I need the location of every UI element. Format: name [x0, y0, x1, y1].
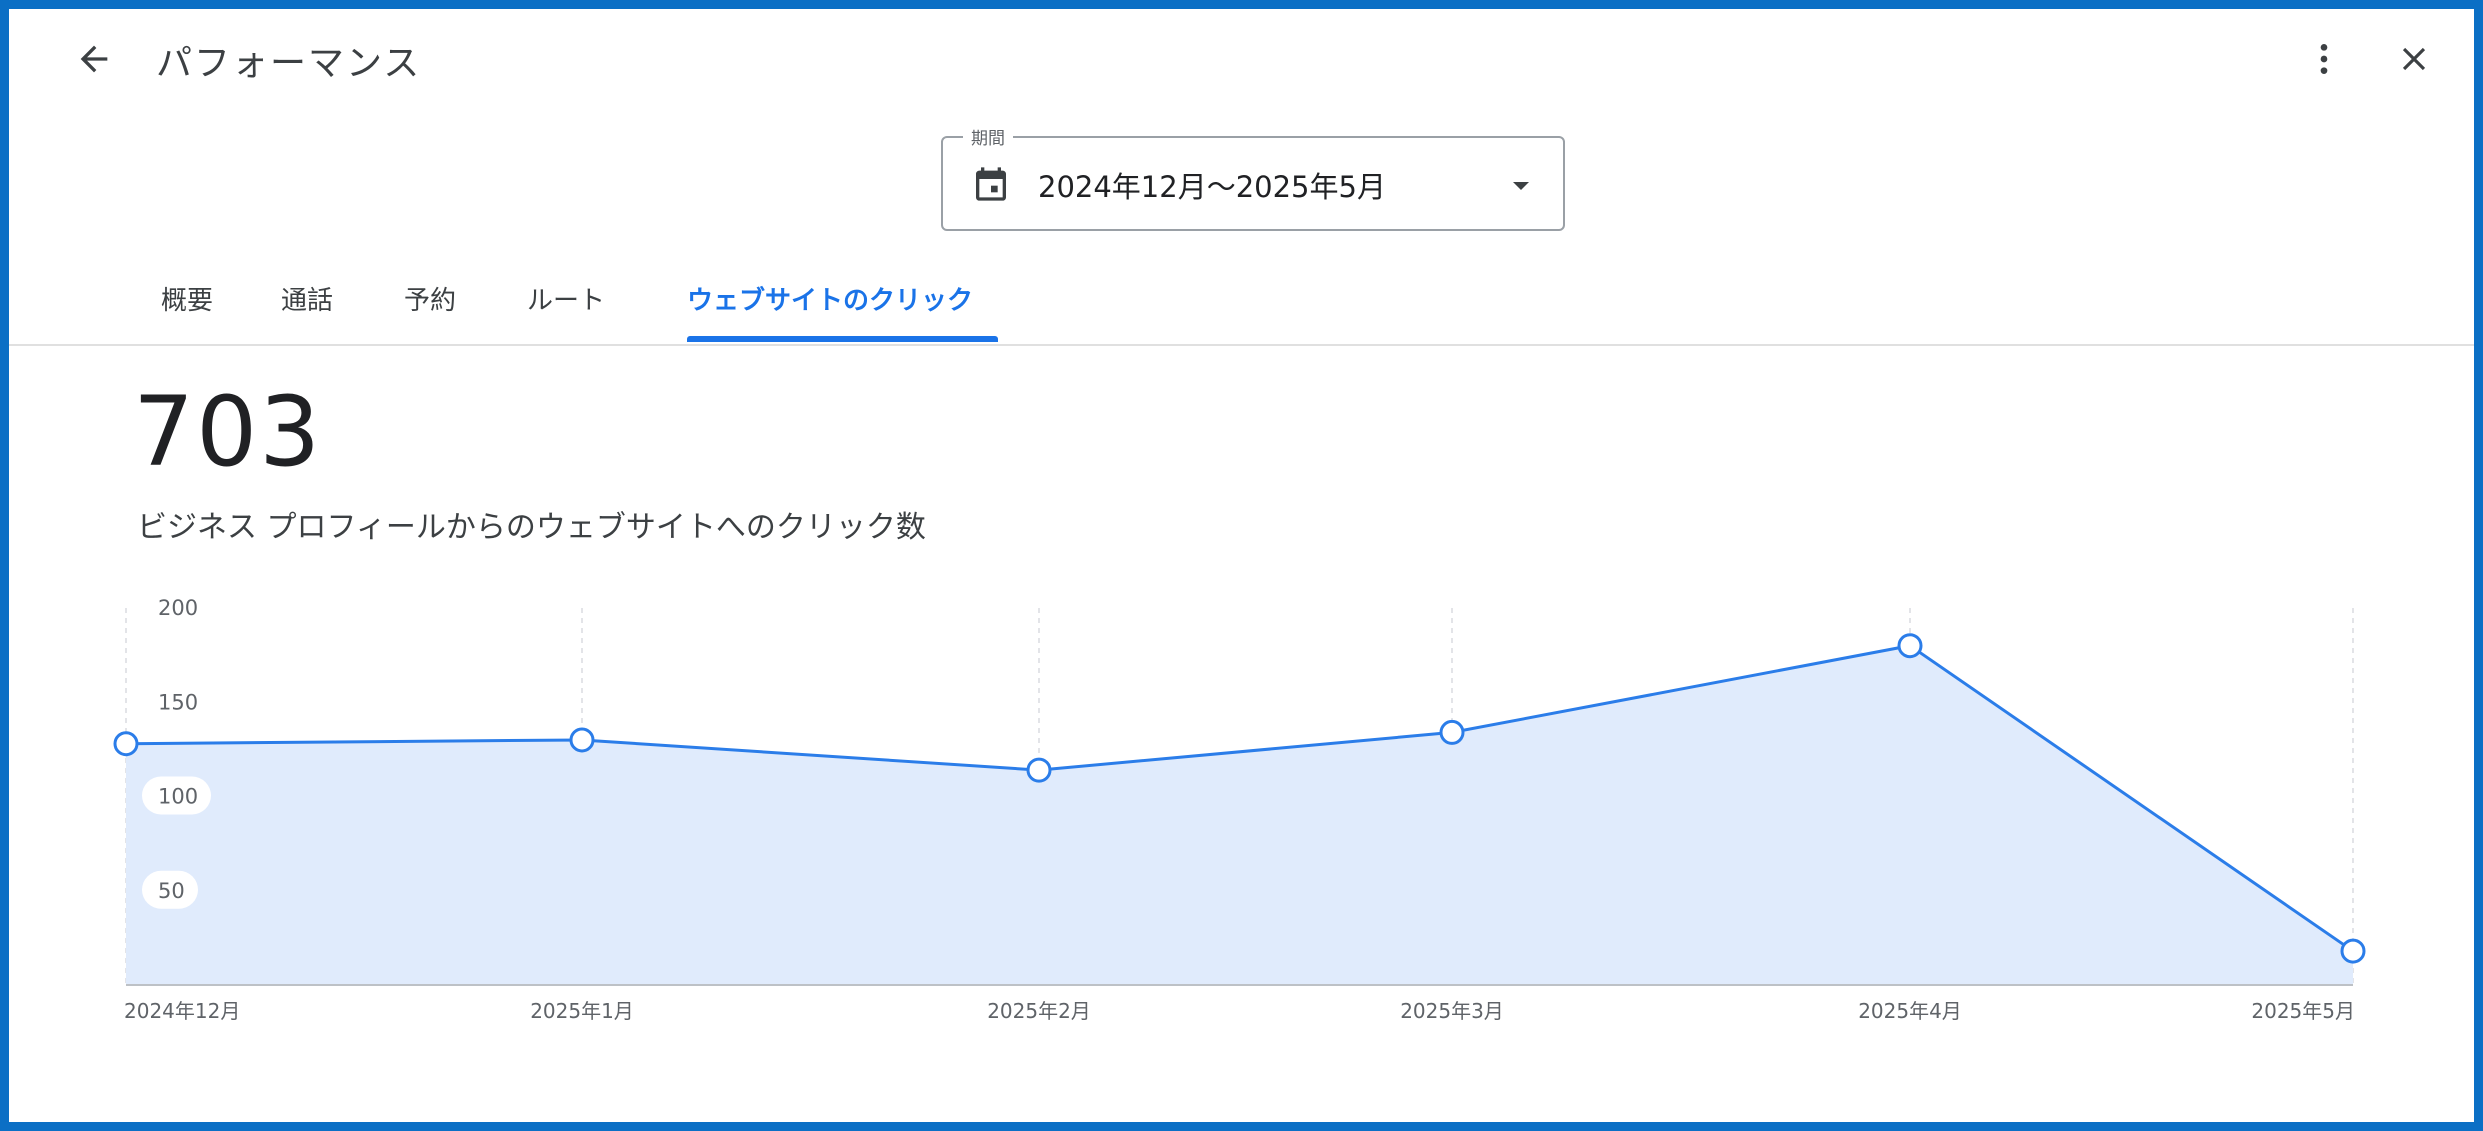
tab-bookings[interactable]: 予約 — [404, 280, 456, 317]
tab-overview[interactable]: 概要 — [161, 280, 213, 317]
tab-website-clicks[interactable]: ウェブサイトのクリック — [687, 280, 973, 317]
tab-directions[interactable]: ルート — [527, 280, 605, 317]
tab-bar: 概要 通話 予約 ルート ウェブサイトのクリック — [9, 264, 2474, 346]
close-button[interactable] — [2379, 24, 2449, 94]
tab-calls[interactable]: 通話 — [281, 280, 333, 317]
arrow-back-icon — [80, 45, 108, 73]
period-select[interactable]: 期間 2024年12月～2025年5月 — [941, 124, 1565, 231]
back-button[interactable] — [59, 24, 129, 94]
metric-value: 703 — [133, 376, 323, 488]
calendar-icon — [976, 167, 1006, 201]
period-label: 期間 — [963, 124, 1013, 149]
close-icon — [2402, 47, 2426, 71]
page-title: パフォーマンス — [156, 43, 422, 84]
arrow-drop-down-icon — [1513, 182, 1529, 190]
top-bar: パフォーマンス — [9, 9, 2474, 109]
metric-label: ビジネス プロフィールからのウェブサイトへのクリック数 — [137, 510, 926, 545]
app-window: パフォーマンス 期間 2024年12月～2025年5月 概要 通話 予約 ルート… — [0, 0, 2483, 1131]
period-value: 2024年12月～2025年5月 — [1038, 170, 1386, 204]
more-options-button[interactable] — [2294, 24, 2354, 94]
more-vert-icon — [2320, 44, 2328, 74]
active-tab-indicator — [687, 336, 998, 342]
